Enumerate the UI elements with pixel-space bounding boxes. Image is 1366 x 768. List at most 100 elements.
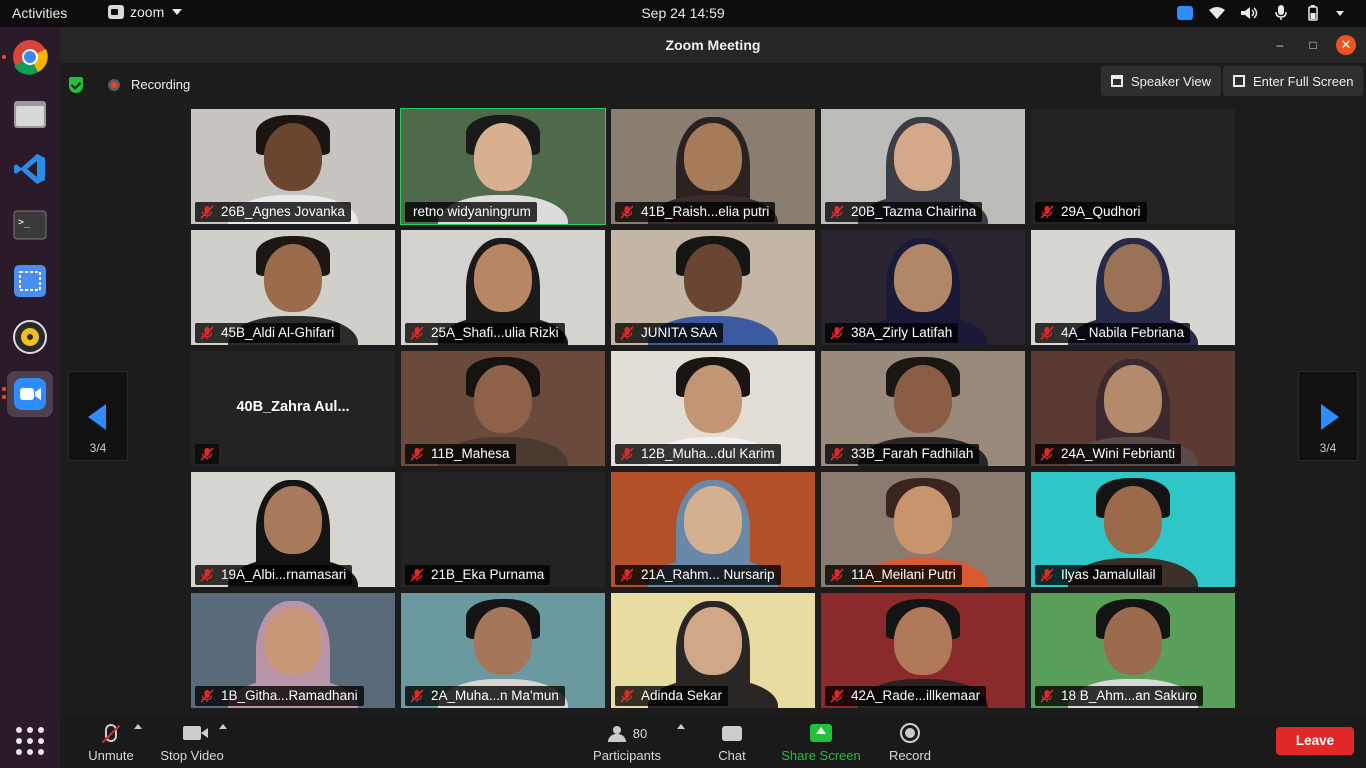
app-menu[interactable]: zoom [108,4,183,20]
participant-tile[interactable]: 45B_Aldi Al-Ghifari [191,230,395,345]
system-menu-caret-icon[interactable] [1336,10,1344,16]
files-icon [14,101,46,128]
full-screen-icon [1233,75,1245,87]
dock-files[interactable] [7,90,53,136]
muted-icon [620,326,634,340]
previous-page-button[interactable]: 3/4 [68,371,128,461]
show-applications-button[interactable] [16,727,44,755]
participant-tile[interactable]: 24A_Wini Febrianti [1031,351,1235,466]
record-button[interactable]: Record [886,722,934,763]
participant-tile[interactable]: 2A_Muha...n Ma'mun [401,593,605,708]
next-page-button[interactable]: 3/4 [1298,371,1358,461]
participant-tile[interactable]: 11B_Mahesa [401,351,605,466]
participant-tile[interactable]: Ilyas Jamalullail [1031,472,1235,587]
muted-icon [620,447,634,461]
participant-name-label: 20B_Tazma Chairina [825,202,983,222]
participant-name-label: 11A_Meilani Putri [825,565,962,585]
dock-rhythmbox[interactable] [7,314,53,360]
participant-tile[interactable]: retno widyaningrum [400,108,606,225]
camera-icon [183,726,208,740]
maximize-icon[interactable]: □ [1304,36,1322,54]
muted-icon [830,568,844,582]
dock-screenshot[interactable] [7,258,53,304]
encryption-shield-icon[interactable] [69,77,83,93]
dock-zoom[interactable] [2,371,53,417]
participant-name-label: 21B_Eka Purnama [405,565,551,585]
participant-tile[interactable]: 11A_Meilani Putri [821,472,1025,587]
participant-tile[interactable]: Adinda Sekar [611,593,815,708]
participants-button[interactable]: 80 Participants [590,722,664,764]
participant-tile[interactable]: 40B_Zahra Aul... [191,351,395,466]
participant-name-label: Adinda Sekar [615,686,729,706]
participants-options-caret-icon[interactable] [677,724,685,729]
clock[interactable]: Sep 24 14:59 [0,5,1366,21]
participant-name: retno widyaningrum [413,204,531,219]
muted-icon [200,568,214,582]
page-indicator-right: 3/4 [1319,441,1337,455]
participant-name-label: 45B_Aldi Al-Ghifari [195,323,341,343]
participant-tile[interactable]: 38A_Zirly Latifah [821,230,1025,345]
participants-icon [607,726,629,742]
muted-icon [1040,447,1054,461]
participant-tile[interactable]: JUNITA SAA [611,230,815,345]
muted-icon [1040,205,1054,219]
muted-icon [830,326,844,340]
microphone-icon[interactable] [1272,4,1290,22]
vscode-icon [14,154,45,184]
zoom-icon [14,378,46,410]
speaker-view-icon [1111,75,1123,87]
participant-name-label: 41B_Raish...elia putri [615,202,776,222]
chat-icon [722,725,742,741]
stop-video-button[interactable]: Stop Video [158,722,226,763]
speaker-view-label: Speaker View [1131,73,1211,89]
participant-name-label: 11B_Mahesa [405,444,516,464]
wifi-icon[interactable] [1208,4,1226,22]
close-icon[interactable]: ✕ [1336,35,1356,55]
participant-name: 26B_Agnes Jovanka [221,204,345,219]
participant-name-label: 18 B_Ahm...an Sakuro [1035,686,1203,706]
participant-tile[interactable]: 26B_Agnes Jovanka [191,109,395,224]
participant-tile[interactable]: 4A_ Nabila Febriana [1031,230,1235,345]
muted-icon [830,447,844,461]
zoom-app-icon [108,5,124,19]
dock-terminal[interactable]: >_ [7,202,53,248]
participant-name: 42A_Rade...illkemaar [851,688,981,703]
page-indicator-left: 3/4 [89,441,107,455]
dock-chrome[interactable] [2,34,53,80]
speaker-view-button[interactable]: Speaker View [1101,66,1221,96]
participant-tile[interactable]: 41B_Raish...elia putri [611,109,815,224]
chat-label: Chat [718,748,746,763]
full-screen-button[interactable]: Enter Full Screen [1223,66,1364,96]
participant-tile[interactable]: 18 B_Ahm...an Sakuro [1031,593,1235,708]
participant-name: 19A_Albi...rnamasari [221,567,347,582]
system-tray[interactable] [1176,4,1344,22]
volume-icon[interactable] [1240,4,1258,22]
muted-icon [410,326,424,340]
participant-tile[interactable]: 21B_Eka Purnama [401,472,605,587]
share-screen-button[interactable]: Share Screen [778,722,864,763]
chat-button[interactable]: Chat [710,722,754,763]
participant-name: 18 B_Ahm...an Sakuro [1061,688,1197,703]
participant-tile[interactable]: 19A_Albi...rnamasari [191,472,395,587]
battery-icon[interactable] [1304,4,1322,22]
participant-tile[interactable]: 21A_Rahm... Nursarip [611,472,815,587]
video-options-caret-icon[interactable] [219,724,227,729]
participant-tile[interactable]: 20B_Tazma Chairina [821,109,1025,224]
participant-name-label: 4A_ Nabila Febriana [1035,323,1191,343]
window-titlebar: Zoom Meeting – □ ✕ [60,27,1366,63]
unmute-button[interactable]: Unmute [86,722,136,763]
participant-name: 25A_Shafi...ulia Rizki [431,325,559,340]
participant-tile[interactable]: 1B_Githa...Ramadhani [191,593,395,708]
dock-vscode[interactable] [7,146,53,192]
zoom-tray-icon[interactable] [1176,4,1194,22]
audio-options-caret-icon[interactable] [134,724,142,729]
minimize-icon[interactable]: – [1271,36,1289,54]
window-title: Zoom Meeting [665,37,761,53]
participant-tile[interactable]: 42A_Rade...illkemaar [821,593,1025,708]
participant-tile[interactable]: 25A_Shafi...ulia Rizki [401,230,605,345]
activities-button[interactable]: Activities [12,5,67,21]
participant-tile[interactable]: 33B_Farah Fadhilah [821,351,1025,466]
participant-tile[interactable]: 29A_Qudhori [1031,109,1235,224]
leave-button[interactable]: Leave [1276,727,1354,755]
participant-tile[interactable]: 12B_Muha...dul Karim [611,351,815,466]
